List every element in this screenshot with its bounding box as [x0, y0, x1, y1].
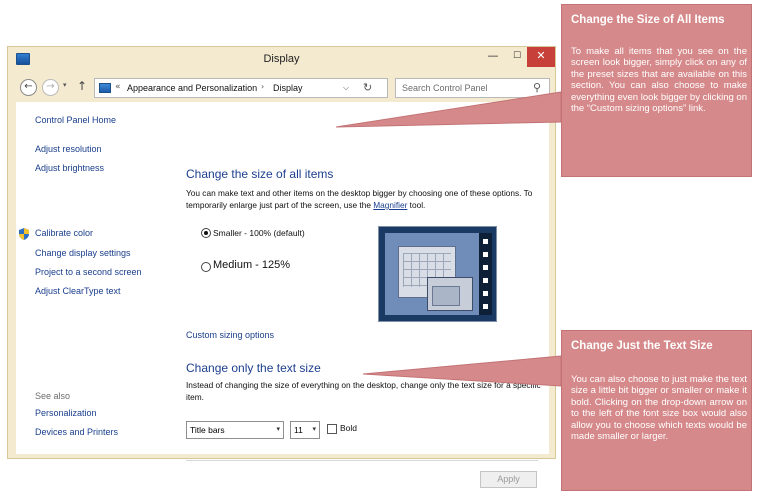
minimize-button[interactable]: —	[480, 47, 506, 67]
title-bar: Display — ☐ ✕	[8, 47, 555, 73]
heading-change-text-size: Change only the text size	[186, 361, 321, 375]
forward-arrow-icon[interactable]: →	[42, 79, 59, 96]
address-bar[interactable]: « Appearance and Personalization › Displ…	[94, 78, 388, 98]
radio-smaller-100[interactable]	[201, 228, 211, 238]
content-area: Control Panel Home Adjust resolution Adj…	[16, 102, 549, 488]
breadcrumb-appearance[interactable]: Appearance and Personalization	[127, 83, 257, 93]
callout-body: To make all items that you see on the sc…	[571, 46, 747, 115]
radio-smaller-100-label[interactable]: Smaller - 100% (default)	[213, 228, 305, 238]
recent-locations-chevron-icon[interactable]: ▾	[63, 81, 67, 89]
callout-body: You can also choose to just make the tex…	[571, 374, 747, 443]
text-size-description: Instead of changing the size of everythi…	[186, 380, 541, 402]
window-title: Display	[263, 53, 300, 65]
radio-medium-125-label[interactable]: Medium - 125%	[213, 259, 290, 271]
see-also-personalization[interactable]: Personalization	[35, 408, 97, 418]
sidebar-item-project-second-screen[interactable]: Project to a second screen	[35, 267, 142, 277]
left-navigation: Control Panel Home Adjust resolution Adj…	[16, 102, 176, 454]
heading-change-size-all-items: Change the size of all items	[186, 167, 334, 181]
up-arrow-icon[interactable]: ↑	[77, 79, 87, 93]
apply-button[interactable]: Apply	[480, 471, 537, 488]
address-dropdown-icon[interactable]: ⌵	[343, 83, 349, 93]
breadcrumb-separator-icon[interactable]: ›	[261, 82, 264, 91]
size-description-text: You can make text and other items on the…	[186, 188, 533, 210]
chevron-down-icon[interactable]: ▾	[276, 425, 280, 433]
callout-change-size-all-items: Change the Size of All Items To make all…	[561, 4, 752, 177]
size-description: You can make text and other items on the…	[186, 187, 541, 211]
search-icon[interactable]: ⚲	[533, 81, 541, 94]
magnifier-link[interactable]: Magnifier	[373, 200, 407, 210]
text-item-select[interactable]: Title bars ▾	[186, 421, 284, 439]
chevron-down-icon[interactable]: ▾	[312, 425, 316, 433]
sidebar-item-control-panel-home[interactable]: Control Panel Home	[35, 115, 116, 125]
radio-medium-125[interactable]	[201, 262, 211, 272]
main-panel: Change the size of all items You can mak…	[186, 102, 546, 488]
font-size-select-value: 11	[294, 425, 303, 435]
bold-checkbox-label[interactable]: Bold	[340, 423, 357, 433]
font-size-select[interactable]: 11 ▾	[290, 421, 320, 439]
breadcrumb-display[interactable]: Display	[273, 83, 303, 93]
sidebar-item-calibrate-color[interactable]: Calibrate color	[35, 228, 93, 238]
callout-title: Change the Size of All Items	[571, 14, 725, 26]
sidebar-item-adjust-resolution[interactable]: Adjust resolution	[35, 144, 102, 154]
close-button[interactable]: ✕	[527, 47, 555, 67]
custom-sizing-options-link[interactable]: Custom sizing options	[186, 330, 274, 340]
navigation-bar: ← → ▾ ↑ « Appearance and Personalization…	[15, 77, 550, 99]
display-window: Display — ☐ ✕ ← → ▾ ↑ « Appearance and P…	[7, 46, 556, 488]
preview-desktop	[385, 233, 479, 315]
sidebar-item-adjust-brightness[interactable]: Adjust brightness	[35, 163, 104, 173]
see-also-devices-printers[interactable]: Devices and Printers	[35, 427, 118, 437]
search-box[interactable]: Search Control Panel ⚲	[395, 78, 550, 98]
callout-change-text-size: Change Just the Text Size You can also c…	[561, 330, 752, 491]
back-arrow-icon[interactable]: ←	[20, 79, 37, 96]
size-description-tail: tool.	[407, 200, 426, 210]
see-also-heading: See also	[35, 391, 71, 401]
callout-title: Change Just the Text Size	[571, 340, 713, 352]
text-item-select-value: Title bars	[190, 425, 225, 435]
sidebar-item-change-display-settings[interactable]: Change display settings	[35, 248, 131, 258]
preview-taskbar	[479, 233, 492, 315]
address-overflow-icon[interactable]: «	[115, 82, 121, 92]
uac-shield-icon	[19, 228, 29, 240]
search-input[interactable]: Search Control Panel	[402, 83, 488, 93]
preview-window-small	[427, 277, 473, 311]
refresh-icon[interactable]: ↻	[363, 81, 372, 94]
divider	[186, 460, 538, 461]
bold-checkbox[interactable]	[327, 424, 337, 434]
sidebar-item-adjust-cleartype[interactable]: Adjust ClearType text	[35, 286, 121, 296]
scaling-preview-image	[378, 226, 497, 322]
control-panel-icon	[99, 83, 111, 93]
